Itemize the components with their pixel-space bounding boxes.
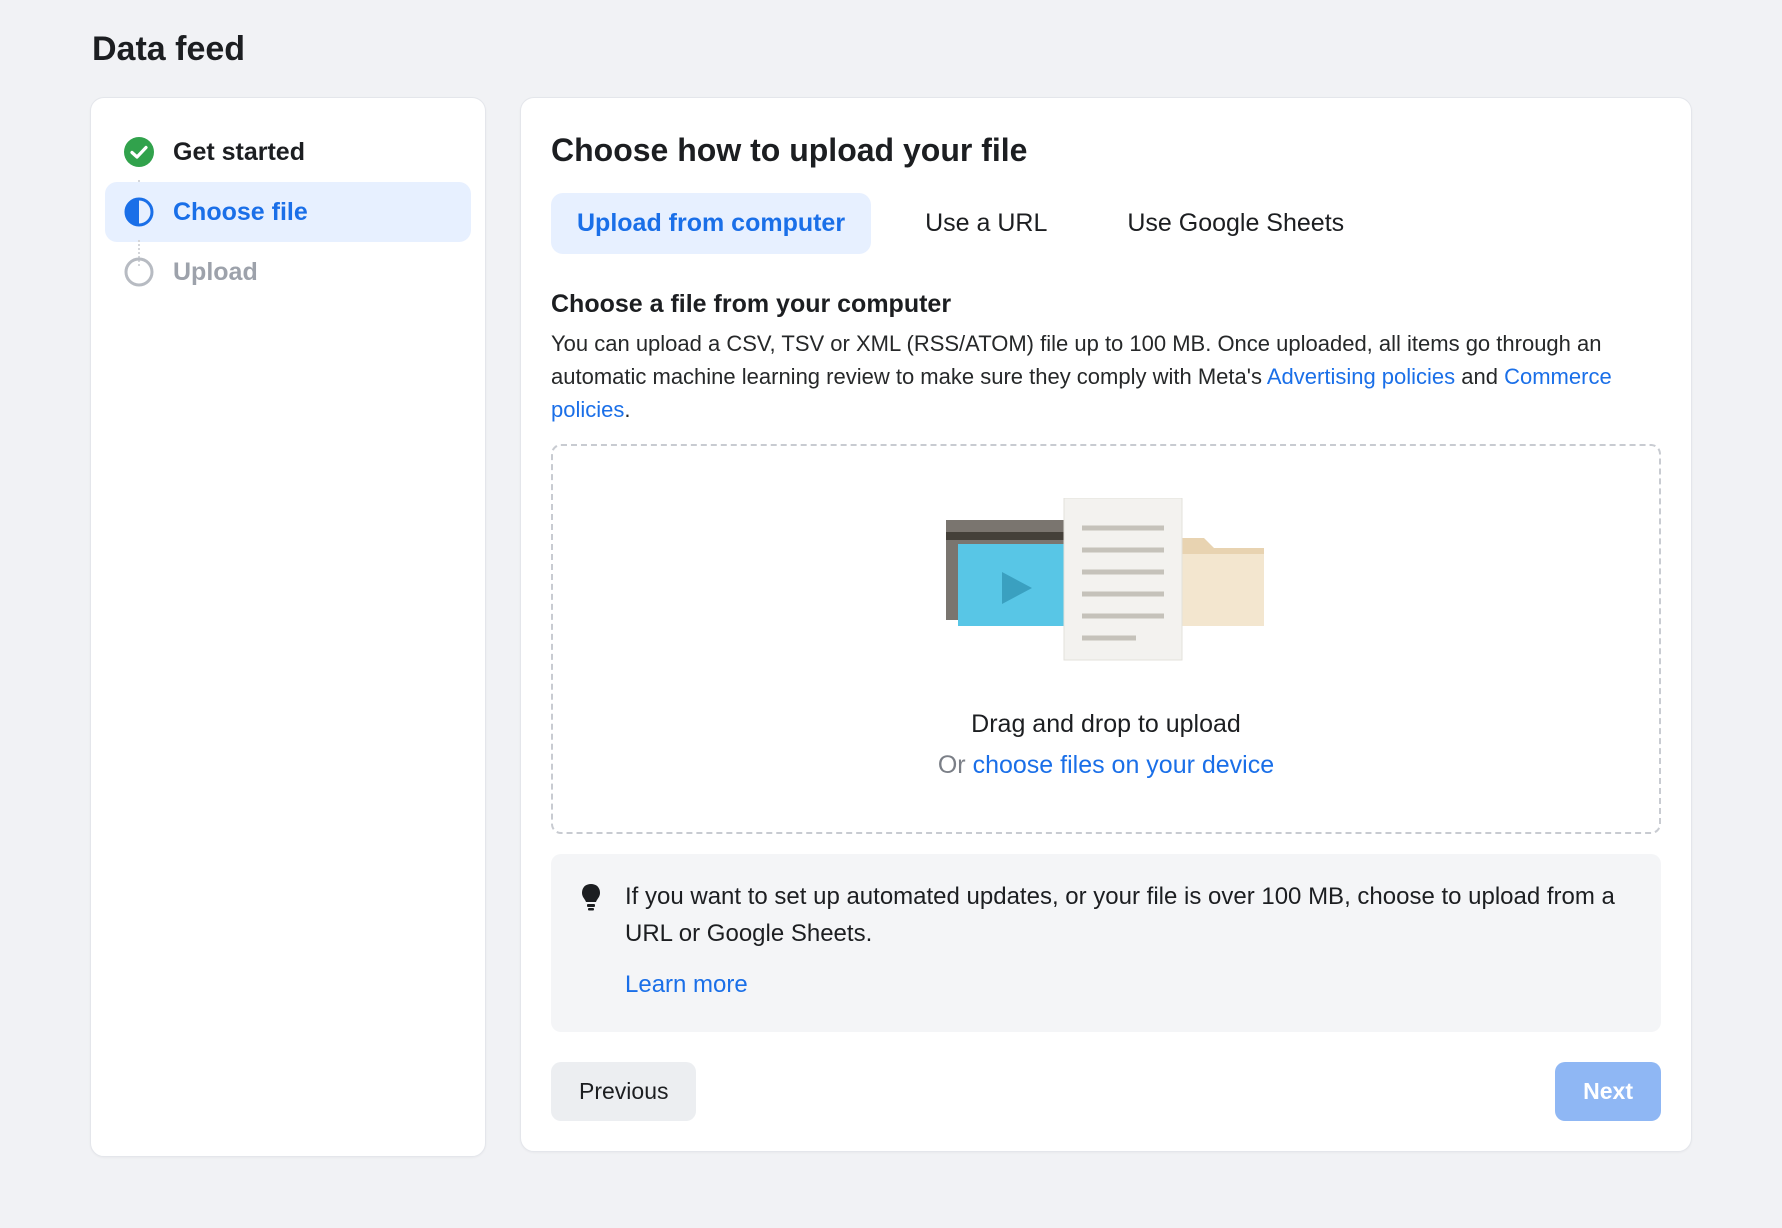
upload-illustration bbox=[906, 498, 1306, 668]
step-upload: Upload bbox=[105, 242, 471, 302]
main-title: Choose how to upload your file bbox=[551, 132, 1661, 169]
dropzone-primary-text: Drag and drop to upload bbox=[971, 710, 1241, 739]
lightbulb-icon bbox=[579, 882, 603, 917]
empty-circle-icon bbox=[123, 256, 155, 288]
dropzone-secondary-text: Or choose files on your device bbox=[938, 751, 1274, 780]
tab-upload-from-computer[interactable]: Upload from computer bbox=[551, 193, 871, 254]
wizard-sidebar: Get started Choose file bbox=[90, 97, 486, 1157]
upload-method-tabs: Upload from computer Use a URL Use Googl… bbox=[551, 193, 1661, 254]
section-subtitle: Choose a file from your computer bbox=[551, 290, 1661, 319]
half-circle-icon bbox=[123, 196, 155, 228]
previous-button[interactable]: Previous bbox=[551, 1062, 696, 1121]
check-circle-icon bbox=[123, 136, 155, 168]
tip-text: If you want to set up automated updates,… bbox=[625, 883, 1615, 947]
section-description: You can upload a CSV, TSV or XML (RSS/AT… bbox=[551, 327, 1661, 426]
step-label: Get started bbox=[173, 138, 305, 167]
file-dropzone[interactable]: Drag and drop to upload Or choose files … bbox=[551, 444, 1661, 834]
dropzone-or: Or bbox=[938, 751, 973, 779]
main-panel: Choose how to upload your file Upload fr… bbox=[520, 97, 1692, 1152]
choose-files-link[interactable]: choose files on your device bbox=[973, 751, 1275, 779]
step-label: Upload bbox=[173, 258, 258, 287]
step-choose-file[interactable]: Choose file bbox=[105, 182, 471, 242]
next-button[interactable]: Next bbox=[1555, 1062, 1661, 1121]
advertising-policies-link[interactable]: Advertising policies bbox=[1267, 364, 1455, 389]
footer-buttons: Previous Next bbox=[551, 1062, 1661, 1121]
page-title: Data feed bbox=[92, 30, 1692, 69]
step-label: Choose file bbox=[173, 198, 308, 227]
tab-use-google-sheets[interactable]: Use Google Sheets bbox=[1101, 193, 1370, 254]
tip-box: If you want to set up automated updates,… bbox=[551, 854, 1661, 1032]
learn-more-link[interactable]: Learn more bbox=[625, 966, 1633, 1003]
description-mid: and bbox=[1455, 364, 1504, 389]
description-post: . bbox=[624, 397, 630, 422]
tab-use-url[interactable]: Use a URL bbox=[899, 193, 1073, 254]
step-get-started[interactable]: Get started bbox=[105, 122, 471, 182]
